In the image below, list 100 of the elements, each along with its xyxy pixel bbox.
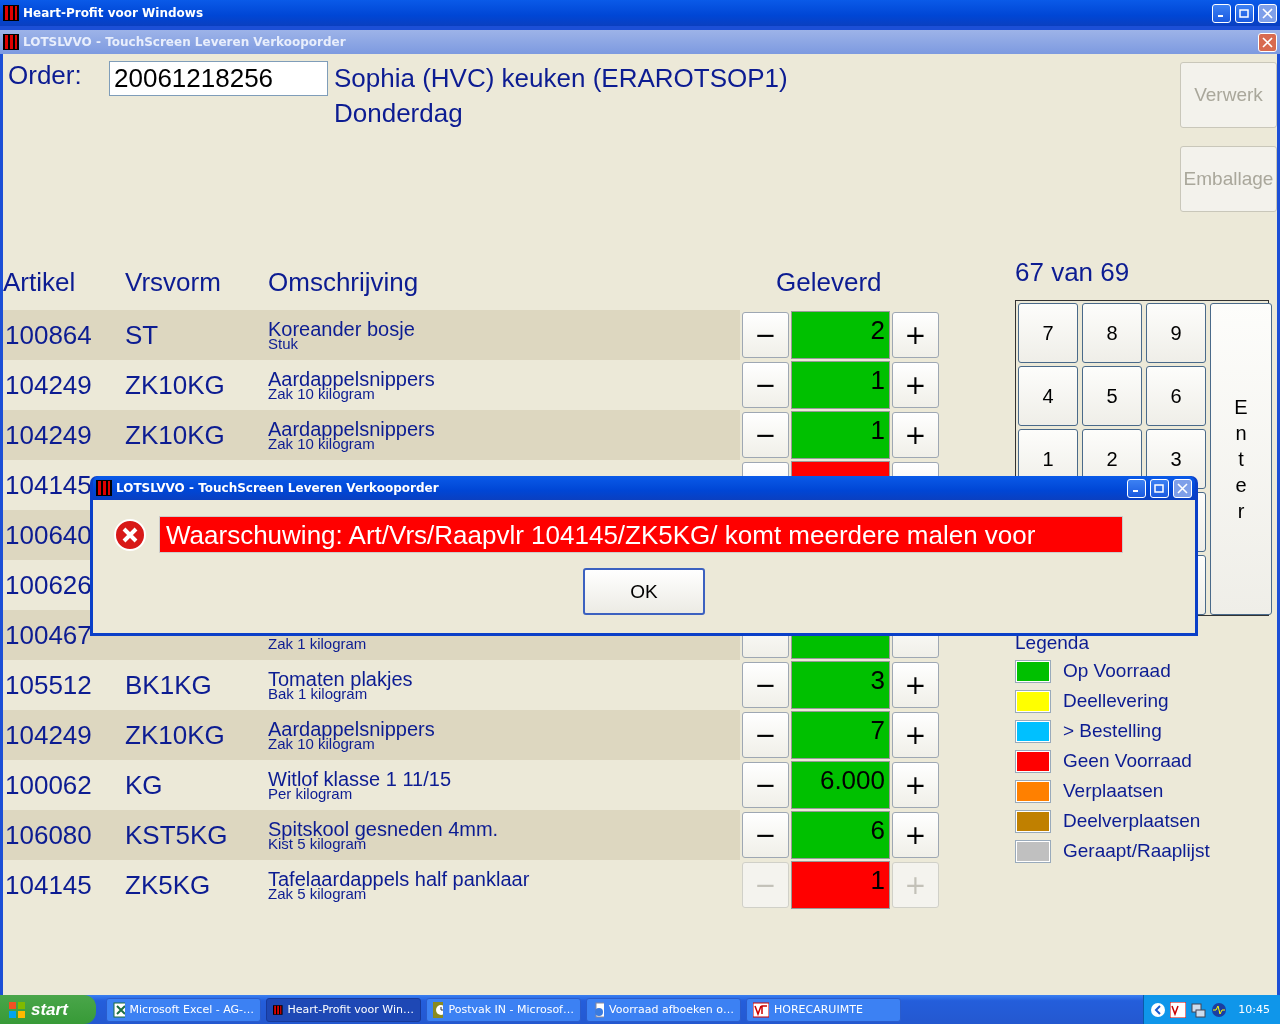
- plus-button[interactable]: +: [892, 312, 939, 358]
- flag-icon: [8, 1000, 26, 1019]
- article-number: 104249: [4, 719, 92, 751]
- article-number: 100864: [4, 319, 92, 351]
- document-icon: [753, 1001, 769, 1018]
- column-header: Omschrijving: [268, 266, 420, 298]
- collapse-tray-icon[interactable]: [1150, 1001, 1167, 1018]
- article-number: 106080: [4, 819, 92, 851]
- restore-icon: [1154, 482, 1165, 494]
- delivered-quantity[interactable]: 3: [791, 661, 890, 709]
- plus-button[interactable]: +: [892, 712, 939, 758]
- clock-icon: [433, 1001, 444, 1018]
- close-icon: [1262, 36, 1273, 48]
- close-icon: [1262, 7, 1273, 19]
- product-description: Tomaten plakjes: [268, 669, 414, 689]
- packaging-code: BK1KG: [124, 669, 212, 701]
- number-key[interactable]: 7: [1018, 303, 1078, 363]
- window-title: Heart-Profit voor Windows: [23, 6, 205, 20]
- taskbar-button[interactable]: Postvak IN - Microsof…: [426, 997, 581, 1022]
- packaging-code: KST5KG: [124, 819, 228, 851]
- number-key[interactable]: 6: [1146, 366, 1206, 426]
- product-description: Koreander bosje: [268, 319, 416, 339]
- column-header: Vrsvorm: [124, 266, 222, 298]
- delivered-quantity[interactable]: 6: [791, 811, 890, 859]
- warning-message: Waarschuwing: Art/Vrs/Raapvlr 104145/ZK5KG/ komt meerdere malen voor: [159, 516, 1123, 553]
- app-logo-icon: [96, 480, 112, 496]
- order-number-field[interactable]: 20061218256: [109, 60, 328, 96]
- volume-wave-icon[interactable]: [1210, 1001, 1229, 1018]
- product-description: Aardappelsnippers: [268, 369, 436, 389]
- restore-button[interactable]: [1150, 478, 1169, 498]
- close-button[interactable]: [1173, 478, 1192, 498]
- minimize-button[interactable]: [1212, 3, 1231, 23]
- minus-button[interactable]: −: [742, 312, 789, 358]
- packaging-code: ZK10KG: [124, 369, 225, 401]
- packaging-code: KG: [124, 769, 163, 801]
- unit-text: Per kilogram: [268, 786, 353, 801]
- legend-label: Verplaatsen: [1063, 780, 1164, 802]
- product-description: Aardappelsnippers: [268, 719, 436, 739]
- minus-button[interactable]: −: [742, 662, 789, 708]
- close-button[interactable]: [1258, 32, 1277, 52]
- delivered-quantity[interactable]: 1: [791, 361, 890, 409]
- column-header: Artikel: [3, 266, 77, 298]
- legend-label: Deelverplaatsen: [1063, 810, 1201, 832]
- minimize-icon: [1217, 15, 1223, 17]
- app-logo-icon: [3, 5, 19, 21]
- taskbar-button[interactable]: Voorraad afboeken o…: [586, 997, 741, 1022]
- tray-app-icon[interactable]: [1170, 1001, 1187, 1018]
- packaging-code: ZK5KG: [124, 869, 211, 901]
- ok-button[interactable]: OK: [583, 568, 705, 615]
- column-header: Geleverd: [775, 266, 883, 298]
- number-key[interactable]: 9: [1146, 303, 1206, 363]
- product-description: Tafelaardappels half panklaar: [268, 869, 531, 889]
- restore-icon: [1239, 7, 1250, 19]
- number-key[interactable]: 4: [1018, 366, 1078, 426]
- plus-button[interactable]: +: [892, 762, 939, 808]
- packaging-code: ZK10KG: [124, 419, 225, 451]
- close-button[interactable]: [1258, 3, 1277, 23]
- clock-text: 10:45: [1238, 1003, 1270, 1016]
- delivered-quantity[interactable]: 2: [791, 311, 890, 359]
- globe-page-icon: [593, 1001, 604, 1018]
- legend-title: Legenda: [1015, 632, 1090, 654]
- plus-button[interactable]: +: [892, 412, 939, 458]
- product-description: Aardappelsnippers: [268, 419, 436, 439]
- article-number: 100062: [4, 769, 92, 801]
- unit-text: Stuk: [268, 336, 298, 351]
- packaging-code: ST: [124, 319, 159, 351]
- packaging-code: ZK10KG: [124, 719, 225, 751]
- line-counter: 67 van 69: [1015, 256, 1131, 289]
- delivery-day: Donderdag: [109, 98, 1007, 132]
- number-key[interactable]: 8: [1082, 303, 1142, 363]
- legend-label: Geraapt/Raaplijst: [1063, 840, 1210, 862]
- plus-button[interactable]: +: [892, 812, 939, 858]
- network-icon[interactable]: [1190, 1001, 1207, 1018]
- minus-button[interactable]: −: [742, 412, 789, 458]
- spreadsheet-icon: [113, 1001, 125, 1018]
- plus-button[interactable]: +: [892, 662, 939, 708]
- taskbar-button[interactable]: HORECARUIMTE: [746, 997, 901, 1022]
- close-icon: [1177, 482, 1188, 494]
- minus-button[interactable]: −: [742, 762, 789, 808]
- restore-button[interactable]: [1235, 3, 1254, 23]
- delivered-quantity[interactable]: 6.000: [791, 761, 890, 809]
- plus-button[interactable]: +: [892, 362, 939, 408]
- taskbar-button[interactable]: Heart-Profit voor Win…: [266, 997, 421, 1022]
- legend-label: Geen Voorraad: [1063, 750, 1192, 772]
- minus-button[interactable]: −: [742, 362, 789, 408]
- minus-button[interactable]: −: [742, 712, 789, 758]
- legend-label: Deellevering: [1063, 690, 1169, 712]
- delivered-quantity[interactable]: 7: [791, 711, 890, 759]
- article-number: 104249: [4, 369, 92, 401]
- taskbar-button[interactable]: Microsoft Excel - AG-…: [106, 997, 261, 1022]
- article-number: 104249: [4, 419, 92, 451]
- legend-label: > Bestelling: [1063, 720, 1162, 742]
- error-icon: [113, 517, 147, 552]
- minus-button[interactable]: −: [742, 812, 789, 858]
- number-key[interactable]: 5: [1082, 366, 1142, 426]
- order-label: Order:: [8, 60, 83, 92]
- legend-label: Op Voorraad: [1063, 660, 1171, 682]
- enter-key[interactable]: Enter: [1210, 303, 1272, 615]
- minimize-button[interactable]: [1127, 478, 1146, 498]
- delivered-quantity[interactable]: 1: [791, 411, 890, 459]
